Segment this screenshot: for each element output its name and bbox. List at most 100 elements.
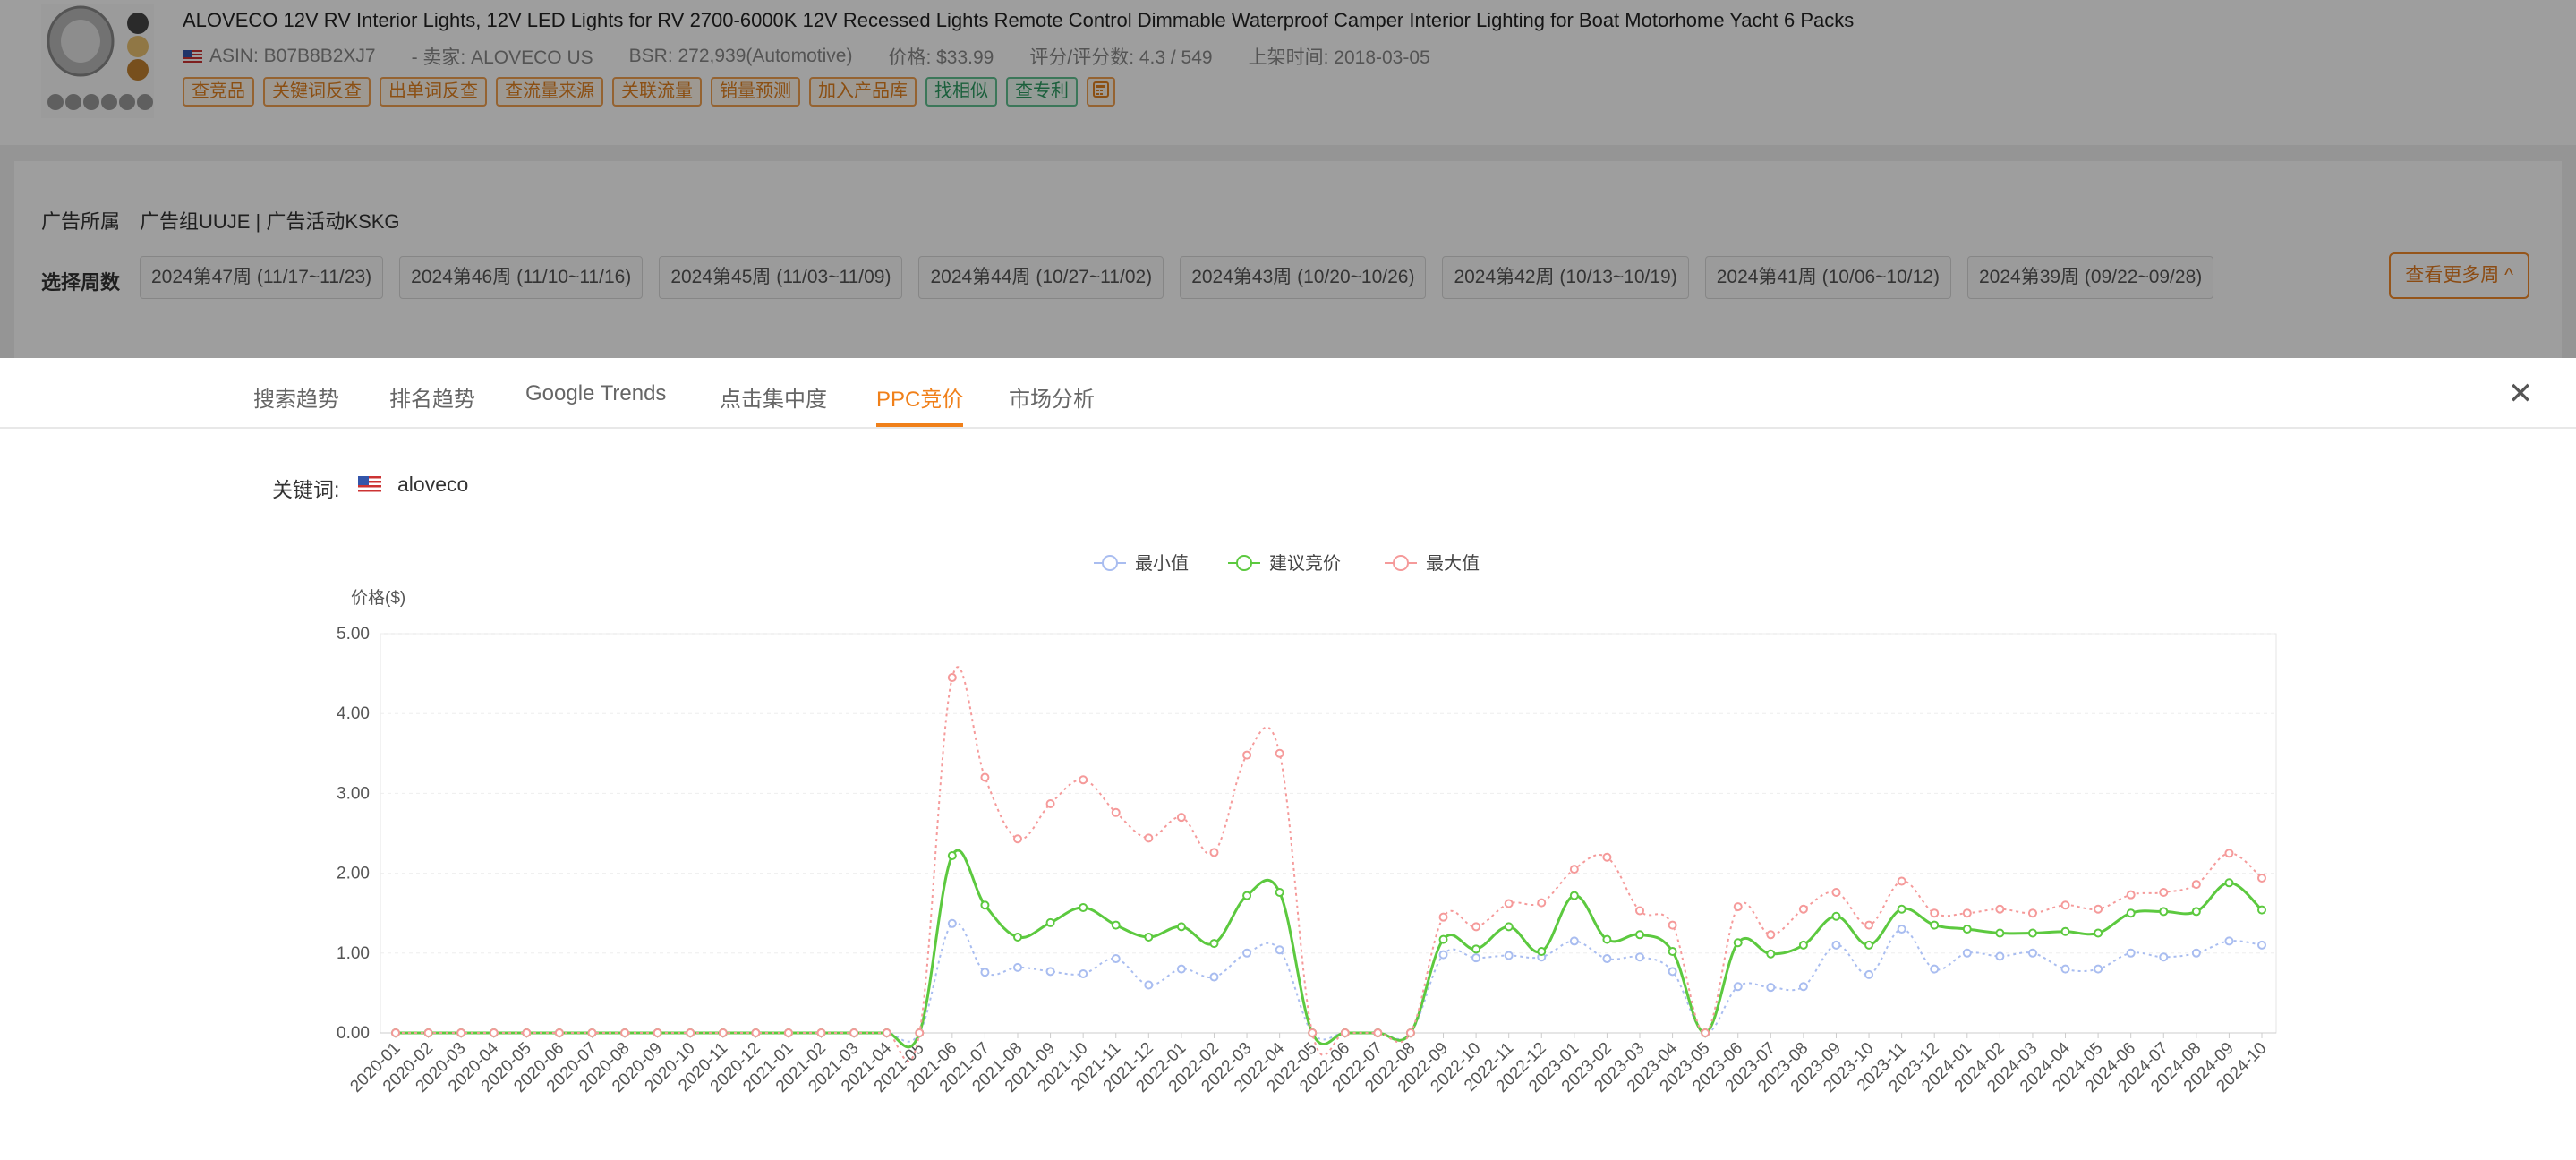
tab-google-trends[interactable]: Google Trends xyxy=(525,381,666,427)
series-min-point[interactable] xyxy=(1144,980,1154,990)
series-suggested-bid-point[interactable] xyxy=(1864,940,1874,950)
series-min-point[interactable] xyxy=(1733,982,1743,992)
series-max-point[interactable] xyxy=(653,1028,662,1037)
series-min-point[interactable] xyxy=(2126,948,2136,958)
series-max-point[interactable] xyxy=(1701,1028,1710,1037)
series-max-point[interactable] xyxy=(456,1028,466,1037)
series-suggested-bid-point[interactable] xyxy=(1897,904,1906,914)
series-suggested-bid-point[interactable] xyxy=(1209,939,1219,949)
series-max-point[interactable] xyxy=(1438,912,1448,922)
series-max-point[interactable] xyxy=(1504,899,1514,908)
series-max-point[interactable] xyxy=(1275,748,1284,758)
series-min-point[interactable] xyxy=(1504,951,1514,960)
series-min-point[interactable] xyxy=(1079,968,1088,978)
series-suggested-bid-point[interactable] xyxy=(1831,911,1841,921)
series-max-point[interactable] xyxy=(2224,849,2234,858)
series-min-point[interactable] xyxy=(2191,948,2201,958)
series-suggested-bid-point[interactable] xyxy=(1471,944,1481,954)
series-max-point[interactable] xyxy=(1144,833,1154,843)
series-max-point[interactable] xyxy=(1569,865,1579,874)
series-min-point[interactable] xyxy=(1635,952,1644,962)
series-max-point[interactable] xyxy=(947,673,957,683)
series-max-point[interactable] xyxy=(2191,880,2201,890)
series-suggested-bid-point[interactable] xyxy=(2027,928,2037,938)
series-min-point[interactable] xyxy=(1831,940,1841,950)
series-min-point[interactable] xyxy=(1045,967,1055,977)
legend-label[interactable]: 最小值 xyxy=(1135,553,1189,574)
series-max-point[interactable] xyxy=(1831,888,1841,898)
series-min-point[interactable] xyxy=(1209,972,1219,982)
series-suggested-bid-point[interactable] xyxy=(1995,928,2005,938)
tab-search-trend[interactable]: 搜索趋势 xyxy=(253,381,339,427)
series-suggested-bid-point[interactable] xyxy=(1111,920,1121,930)
series-max-point[interactable] xyxy=(2060,900,2070,910)
series-max-point[interactable] xyxy=(1308,1028,1318,1037)
series-suggested-bid-point[interactable] xyxy=(2159,907,2169,917)
series-max-point[interactable] xyxy=(522,1028,532,1037)
series-max-point[interactable] xyxy=(1405,1028,1415,1037)
series-max-point[interactable] xyxy=(2257,873,2266,883)
series-max-point[interactable] xyxy=(1242,750,1252,760)
series-suggested-bid-point[interactable] xyxy=(1766,949,1776,959)
series-suggested-bid-point[interactable] xyxy=(1438,934,1448,944)
series-suggested-bid-point[interactable] xyxy=(1635,930,1644,940)
legend-label[interactable]: 建议竞价 xyxy=(1269,553,1341,574)
series-suggested-bid-point[interactable] xyxy=(1504,922,1514,932)
legend-marker[interactable] xyxy=(1102,555,1118,571)
series-max-point[interactable] xyxy=(1864,920,1874,930)
series-min-point[interactable] xyxy=(1995,951,2005,961)
series-max-point[interactable] xyxy=(2126,890,2136,900)
series-max-point[interactable] xyxy=(1471,922,1481,932)
series-suggested-bid-point[interactable] xyxy=(1079,902,1088,912)
series-min-point[interactable] xyxy=(1668,967,1677,977)
series-max-point[interactable] xyxy=(1733,902,1743,912)
series-max-point[interactable] xyxy=(882,1028,891,1037)
series-suggested-bid-point[interactable] xyxy=(1013,932,1022,942)
series-max-point[interactable] xyxy=(686,1028,695,1037)
series-min-point[interactable] xyxy=(1176,964,1186,974)
series-max-point[interactable] xyxy=(1962,908,1972,918)
series-max-point[interactable] xyxy=(849,1028,859,1037)
series-max-point[interactable] xyxy=(718,1028,728,1037)
series-min-point[interactable] xyxy=(2094,964,2103,974)
tab-rank-trend[interactable]: 排名趋势 xyxy=(389,381,475,427)
series-suggested-bid-point[interactable] xyxy=(2126,908,2136,918)
series-max-point[interactable] xyxy=(1602,852,1612,862)
series-max-point[interactable] xyxy=(1930,908,1940,918)
series-min-point[interactable] xyxy=(1962,948,1972,958)
series-min-point[interactable] xyxy=(1569,936,1579,946)
series-suggested-bid-point[interactable] xyxy=(1930,920,1940,930)
series-max-point[interactable] xyxy=(391,1028,400,1037)
series-max-point[interactable] xyxy=(915,1028,925,1037)
series-suggested-bid-point[interactable] xyxy=(1798,940,1808,950)
series-min-point[interactable] xyxy=(1897,925,1906,934)
series-max-point[interactable] xyxy=(1668,920,1677,930)
series-suggested-bid-point[interactable] xyxy=(1045,917,1055,927)
series-max-point[interactable] xyxy=(980,772,990,782)
modal-backdrop[interactable] xyxy=(0,0,2576,358)
series-min-point[interactable] xyxy=(2060,964,2070,974)
series-max-point[interactable] xyxy=(554,1028,564,1037)
series-suggested-bid-point[interactable] xyxy=(1668,947,1677,957)
series-max-point[interactable] xyxy=(1013,834,1022,844)
series-max-point[interactable] xyxy=(1798,904,1808,914)
series-suggested-bid-point[interactable] xyxy=(1602,934,1612,944)
series-max-point[interactable] xyxy=(1209,848,1219,857)
series-min-point[interactable] xyxy=(2027,948,2037,958)
series-min-point[interactable] xyxy=(1766,983,1776,993)
series-suggested-bid-point[interactable] xyxy=(1176,922,1186,932)
series-max-point[interactable] xyxy=(1176,813,1186,823)
series-min-point[interactable] xyxy=(1438,950,1448,960)
series-max-point[interactable] xyxy=(1635,906,1644,916)
series-max-point[interactable] xyxy=(489,1028,499,1037)
series-suggested-bid-point[interactable] xyxy=(2257,905,2266,915)
series-min-point[interactable] xyxy=(1602,954,1612,964)
series-suggested-bid-point[interactable] xyxy=(2224,878,2234,888)
series-suggested-bid-point[interactable] xyxy=(2094,928,2103,938)
series-suggested-bid-point[interactable] xyxy=(1569,891,1579,900)
legend-marker[interactable] xyxy=(1393,555,1409,571)
tab-click-concentration[interactable]: 点击集中度 xyxy=(720,381,827,427)
series-min-point[interactable] xyxy=(1242,948,1252,958)
series-suggested-bid-point[interactable] xyxy=(1733,938,1743,948)
series-max-point[interactable] xyxy=(1897,876,1906,886)
